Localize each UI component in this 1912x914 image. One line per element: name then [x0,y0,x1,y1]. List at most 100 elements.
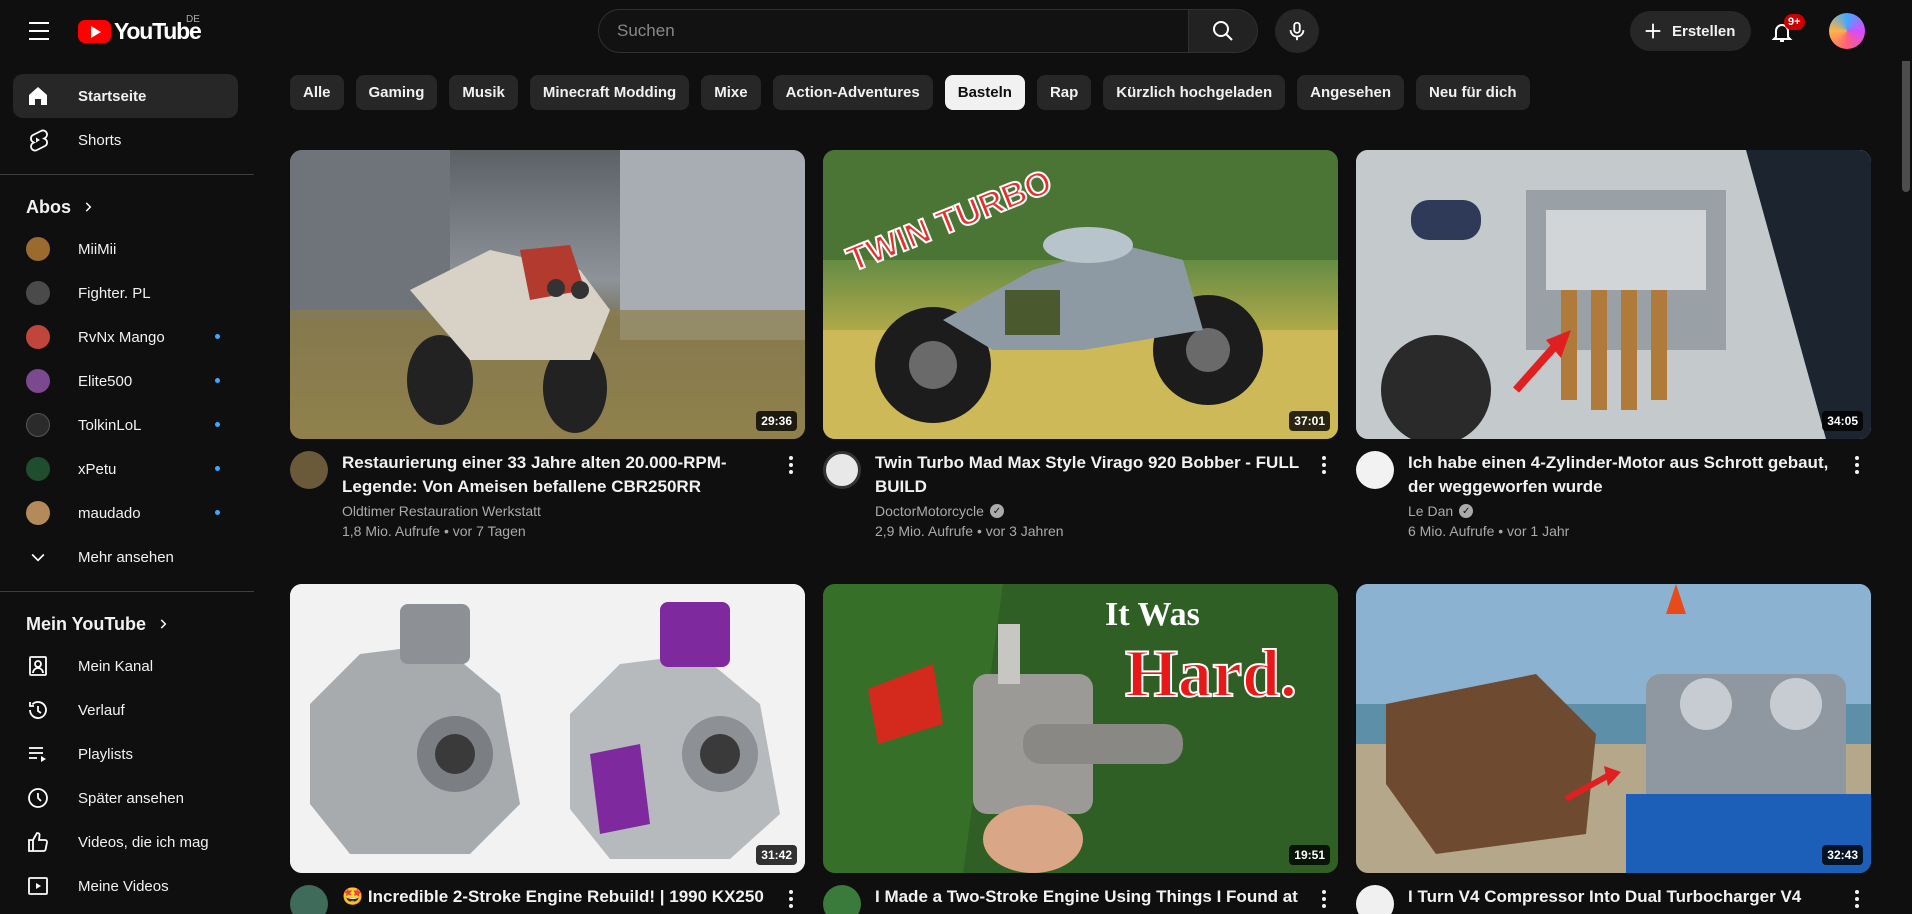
video-thumbnail[interactable]: It Was Hard. 19:51 [823,584,1338,873]
notifications-button[interactable]: 9+ [1762,12,1805,52]
thumbnail-image [290,584,805,873]
search-icon [1213,21,1233,41]
sidebar-item-spaeter-ansehen[interactable]: Später ansehen [13,776,238,820]
video-channel[interactable]: Oldtimer Restauration Werkstatt [342,503,782,519]
search-input[interactable] [598,9,1188,53]
more-actions-icon[interactable] [1845,451,1869,479]
history-icon [26,698,50,722]
video-card: 31:42 🤩 Incredible 2-Stroke Engine Rebui… [290,584,805,914]
voice-search-button[interactable] [1275,9,1319,53]
subscriptions-heading[interactable]: Abos [26,187,254,227]
more-actions-icon[interactable] [779,885,803,913]
video-title[interactable]: I Turn V4 Compressor Into Dual Turbochar… [1408,885,1848,909]
channel-avatar[interactable] [290,451,328,489]
verified-icon: ✓ [989,504,1004,518]
new-content-dot [215,422,220,427]
page-scrollbar[interactable] [1902,0,1910,914]
more-actions-icon[interactable] [1312,885,1336,913]
channel-avatar[interactable] [1356,885,1394,914]
video-title[interactable]: I Made a Two-Stroke Engine Using Things … [875,885,1315,909]
video-stats: 6 Mio. Aufrufe • vor 1 Jahr [1408,523,1570,539]
you-heading[interactable]: Mein YouTube [26,604,254,644]
subscription-fighter-pl[interactable]: Fighter. PL [13,271,238,315]
video-duration: 31:42 [756,845,797,865]
subscription-maudado[interactable]: maudado [13,491,238,535]
video-thumbnail[interactable]: 31:42 [290,584,805,873]
video-meta: Restaurierung einer 33 Jahre alten 20.00… [290,451,805,539]
channel-avatar [26,281,50,305]
microphone-icon [1289,21,1305,41]
sidebar-item-playlists[interactable]: Playlists [13,732,238,776]
video-title[interactable]: Twin Turbo Mad Max Style Virago 920 Bobb… [875,451,1315,499]
channel-name: DoctorMotorcycle [875,503,984,519]
show-more-button[interactable]: Mehr ansehen [13,535,238,579]
channel-avatar[interactable] [823,451,861,489]
chip-gaming[interactable]: Gaming [355,75,438,110]
playlists-icon [26,742,50,766]
create-button[interactable]: Erstellen [1630,11,1752,51]
more-actions-icon[interactable] [779,451,803,479]
divider [0,591,254,592]
more-actions-icon[interactable] [1312,451,1336,479]
subscription-xpetu[interactable]: xPetu [13,447,238,491]
video-card: 34:05 Ich habe einen 4-Zylinder-Motor au… [1356,150,1871,539]
account-avatar[interactable] [1829,13,1865,49]
video-thumbnail[interactable]: 32:43 [1356,584,1871,873]
sidebar-item-verlauf[interactable]: Verlauf [13,688,238,732]
menu-icon[interactable] [20,18,58,44]
chip-mixe[interactable]: Mixe [701,75,761,110]
subscription-miimii[interactable]: MiiMii [13,227,238,271]
youtube-logo[interactable]: YouTube [78,18,202,45]
video-title[interactable]: 🤩 Incredible 2-Stroke Engine Rebuild! | … [342,885,782,909]
video-channel[interactable]: DoctorMotorcycle ✓ [875,503,1315,519]
video-title[interactable]: Restaurierung einer 33 Jahre alten 20.00… [342,451,782,499]
video-duration: 29:36 [756,411,797,431]
chip-neu-fuer-dich[interactable]: Neu für dich [1416,75,1530,110]
youtube-app: YouTube DE Erstellen 9+ Startsei [0,0,1912,914]
channel-avatar [26,369,50,393]
video-duration: 32:43 [1822,845,1863,865]
chip-basteln[interactable]: Basteln [944,75,1025,110]
chip-angesehen[interactable]: Angesehen [1297,75,1404,110]
subscription-label: Fighter. PL [78,284,151,302]
chip-rap[interactable]: Rap [1036,75,1092,110]
create-label: Erstellen [1672,22,1736,40]
subscription-tolkinlol[interactable]: TolkinLoL [13,403,238,447]
video-title[interactable]: Ich habe einen 4-Zylinder-Motor aus Schr… [1408,451,1848,499]
video-stats: 1,8 Mio. Aufrufe • vor 7 Tagen [342,523,526,539]
sidebar-item-liked-videos[interactable]: Videos, die ich mag [13,820,238,864]
channel-avatar [26,501,50,525]
channel-avatar[interactable] [823,885,861,914]
channel-avatar [26,457,50,481]
video-thumbnail[interactable]: 29:36 [290,150,805,439]
divider [0,174,254,175]
chip-action-adventures[interactable]: Action-Adventures [772,75,933,110]
sidebar-item-startseite[interactable]: Startseite [13,74,238,118]
video-thumbnail[interactable]: 34:05 [1356,150,1871,439]
sidebar-item-label: Später ansehen [78,789,184,807]
channel-avatar[interactable] [290,885,328,914]
thumbnail-image [1356,584,1871,873]
channel-name: Oldtimer Restauration Werkstatt [342,503,541,519]
sidebar-item-mein-kanal[interactable]: Mein Kanal [13,644,238,688]
thumbnail-image: It Was Hard. [823,584,1338,873]
sidebar-item-shorts[interactable]: Shorts [13,118,238,162]
search-button[interactable] [1188,9,1258,53]
subscription-elite500[interactable]: Elite500 [13,359,238,403]
thumbnail-overlay-text: Hard. [1124,634,1298,712]
chip-kuerzlich-hochgeladen[interactable]: Kürzlich hochgeladen [1103,75,1286,110]
channel-avatar[interactable] [1356,451,1394,489]
chip-alle[interactable]: Alle [290,75,344,110]
subscription-label: TolkinLoL [78,416,142,434]
subscription-rvnx-mango[interactable]: RvNx Mango [13,315,238,359]
chip-minecraft-modding[interactable]: Minecraft Modding [529,75,690,110]
my-videos-icon [26,874,50,898]
thumbnail-image: TWIN TURBO [823,150,1338,439]
sidebar-item-meine-videos[interactable]: Meine Videos [13,864,238,908]
chip-musik[interactable]: Musik [449,75,518,110]
notification-badge: 9+ [1784,14,1805,30]
home-icon [26,84,50,108]
video-channel[interactable]: Le Dan ✓ [1408,503,1848,519]
video-thumbnail[interactable]: TWIN TURBO 37:01 [823,150,1338,439]
more-actions-icon[interactable] [1845,885,1869,913]
